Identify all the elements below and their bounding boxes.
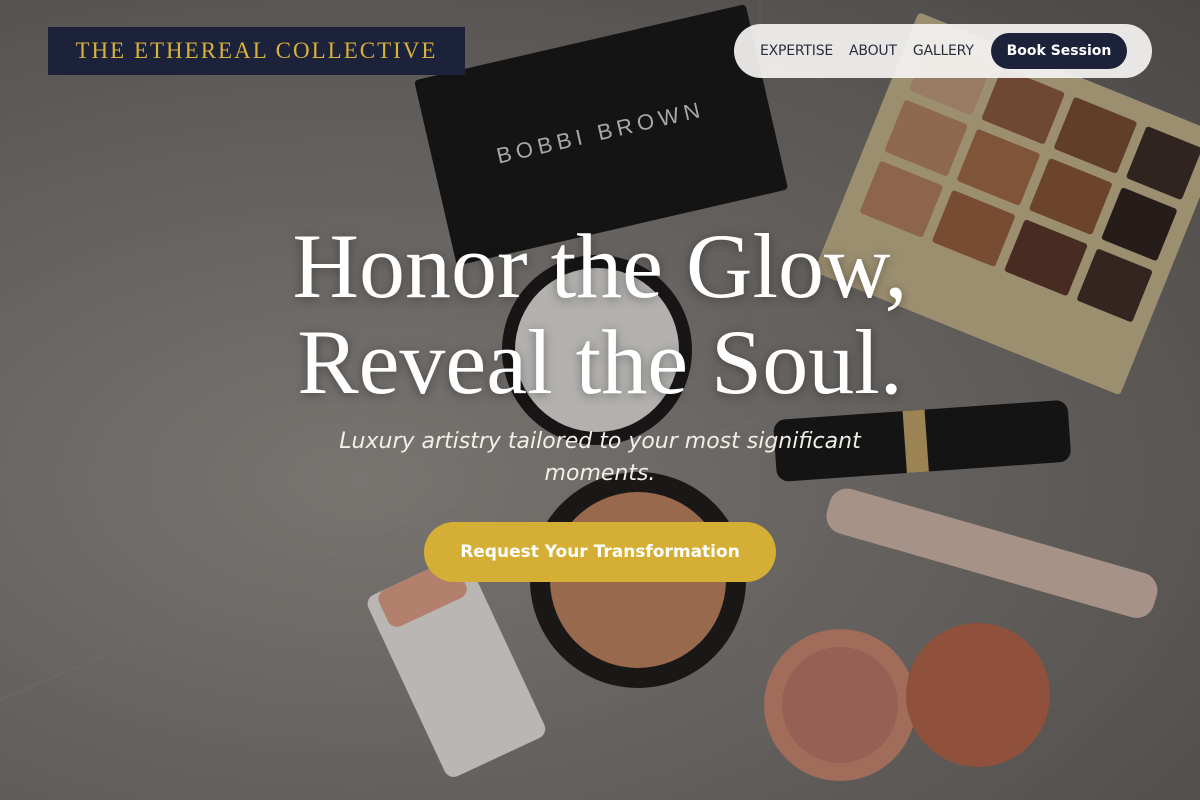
nav-item-expertise[interactable]: EXPERTISE <box>760 43 833 59</box>
hero-headline-line2: Reveal the Soul. <box>297 311 903 413</box>
hero-headline: Honor the Glow, Reveal the Soul. <box>0 218 1200 410</box>
hero-subtitle: Luxury artistry tailored to your most si… <box>339 429 861 486</box>
nav-item-about[interactable]: ABOUT <box>849 43 897 59</box>
book-session-button[interactable]: Book Session <box>991 33 1127 69</box>
brand-logo[interactable]: THE ETHEREAL COLLECTIVE <box>48 27 465 75</box>
main-nav: EXPERTISE ABOUT GALLERY Book Session <box>734 24 1152 78</box>
request-transformation-button[interactable]: Request Your Transformation <box>424 522 776 582</box>
hero-headline-line1: Honor the Glow, <box>292 215 908 317</box>
nav-item-gallery[interactable]: GALLERY <box>913 43 974 59</box>
